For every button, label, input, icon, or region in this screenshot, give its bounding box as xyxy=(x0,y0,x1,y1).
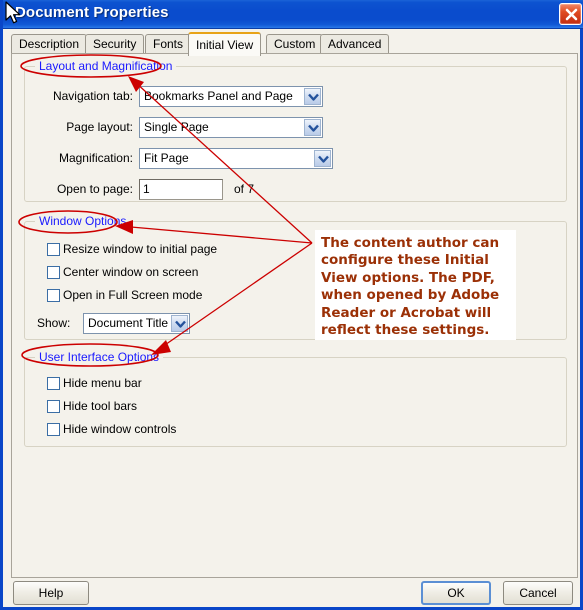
navigation-tab-label: Navigation tab: xyxy=(52,89,133,103)
close-button[interactable] xyxy=(559,3,582,25)
show-select[interactable]: Document Title xyxy=(83,313,190,334)
window-options-group-title: Window Options xyxy=(35,214,131,228)
layout-group-title: Layout and Magnification xyxy=(35,59,177,73)
chevron-down-icon[interactable] xyxy=(304,119,321,136)
checkbox-icon[interactable] xyxy=(47,289,60,302)
title-bar: Document Properties xyxy=(3,0,583,29)
chevron-down-icon[interactable] xyxy=(314,150,331,167)
checkbox-label: Center window on screen xyxy=(63,265,199,279)
user-interface-options-group: User Interface Options Hide menu bar Hid… xyxy=(24,350,567,447)
cancel-button[interactable]: Cancel xyxy=(503,581,573,605)
tab-fonts[interactable]: Fonts xyxy=(145,34,192,54)
annotation-text: The content author can configure these I… xyxy=(321,235,500,339)
help-button[interactable]: Help xyxy=(13,581,89,605)
chevron-down-icon[interactable] xyxy=(171,315,188,332)
navigation-tab-select[interactable]: Bookmarks Panel and Page xyxy=(139,86,323,107)
checkbox-label: Hide window controls xyxy=(63,422,177,436)
chevron-down-icon[interactable] xyxy=(304,88,321,105)
page-layout-select[interactable]: Single Page xyxy=(139,117,323,138)
show-value: Document Title xyxy=(88,316,169,330)
open-to-page-label: Open to page: xyxy=(56,182,133,196)
checkbox-icon[interactable] xyxy=(47,377,60,390)
checkbox-label: Resize window to initial page xyxy=(63,242,218,256)
tab-description[interactable]: Description xyxy=(11,34,88,54)
checkbox-icon[interactable] xyxy=(47,400,60,413)
magnification-select[interactable]: Fit Page xyxy=(139,148,333,169)
checkbox-label: Open in Full Screen mode xyxy=(63,288,203,302)
document-properties-dialog: Document Properties Description Security… xyxy=(0,0,583,610)
page-layout-value: Single Page xyxy=(144,120,209,134)
window-title: Document Properties xyxy=(15,4,169,21)
checkbox-icon[interactable] xyxy=(47,243,60,256)
checkbox-icon[interactable] xyxy=(47,423,60,436)
ui-options-group-title: User Interface Options xyxy=(35,350,164,364)
checkbox-label: Hide tool bars xyxy=(63,399,138,413)
tab-initial-view[interactable]: Initial View xyxy=(188,32,262,56)
checkbox-icon[interactable] xyxy=(47,266,60,279)
tab-advanced[interactable]: Advanced xyxy=(320,34,390,54)
open-to-page-value: 1 xyxy=(143,182,150,196)
tab-custom[interactable]: Custom xyxy=(266,34,324,54)
tab-security[interactable]: Security xyxy=(85,34,145,54)
show-label: Show: xyxy=(37,316,71,330)
magnification-label: Magnification: xyxy=(58,151,133,165)
checkbox-label: Hide menu bar xyxy=(63,376,142,390)
open-to-page-input[interactable]: 1 xyxy=(139,179,223,200)
layout-and-magnification-group: Layout and Magnification Navigation tab:… xyxy=(24,59,567,202)
page-layout-label: Page layout: xyxy=(66,120,133,134)
annotation-callout-box: The content author can configure these I… xyxy=(315,230,516,340)
close-icon xyxy=(565,8,578,21)
navigation-tab-value: Bookmarks Panel and Page xyxy=(144,89,293,103)
page-count-text: of 7 xyxy=(234,182,255,196)
magnification-value: Fit Page xyxy=(144,151,189,165)
ok-button[interactable]: OK xyxy=(421,581,491,605)
